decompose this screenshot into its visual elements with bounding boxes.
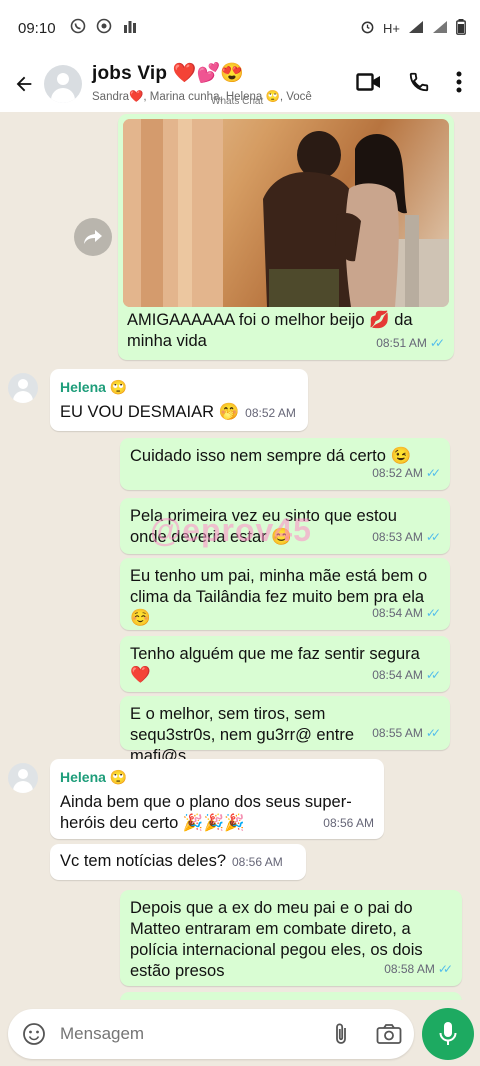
status-bar: 09:10 H+ <box>0 0 480 56</box>
message-meta: 08:53 AM ✓✓ <box>372 527 441 548</box>
couple-photo-image <box>123 119 449 307</box>
message-bubble-in[interactable]: Vc tem notícias deles? 08:56 AM <box>50 844 306 880</box>
message-input-pill <box>8 1009 414 1059</box>
read-ticks-icon: ✓✓ <box>425 466 441 480</box>
message-time: 08:51 AM <box>376 336 427 350</box>
shared-photo[interactable] <box>123 119 449 307</box>
message-meta: 08:54 AM ✓✓ <box>372 603 441 624</box>
message-time: 08:56 AM <box>232 855 283 869</box>
message-time: 08:54 AM <box>372 668 423 682</box>
network-type: H+ <box>383 20 400 36</box>
status-system-icons: H+ <box>360 18 466 38</box>
more-options-button[interactable] <box>456 71 462 98</box>
phone-icon <box>409 72 429 91</box>
message-time: 08:53 AM <box>372 530 423 544</box>
video-watermark: @eprov45 <box>150 512 312 548</box>
read-ticks-icon: ✓✓ <box>429 336 445 350</box>
message-time: 08:56 AM <box>323 816 374 830</box>
message-text: EU VOU DESMAIAR 🤭 <box>60 403 240 421</box>
video-camera-icon <box>356 72 380 91</box>
message-bubble-out[interactable]: Cuidado isso nem sempre dá certo 😉 08:52… <box>120 438 450 490</box>
stats-icon <box>122 18 138 38</box>
message-time: 08:54 AM <box>372 606 423 620</box>
forward-icon <box>84 230 102 244</box>
read-ticks-icon: ✓✓ <box>425 530 441 544</box>
paperclip-icon <box>336 1023 346 1044</box>
battery-icon <box>456 18 466 38</box>
message-meta: 08:56 AM <box>323 813 374 834</box>
camera-icon <box>376 1024 402 1044</box>
app-watermark: Whats Chat <box>211 96 264 107</box>
video-call-button[interactable] <box>356 72 382 97</box>
status-notification-icons <box>70 18 138 38</box>
read-ticks-icon: ✓✓ <box>425 606 441 620</box>
read-ticks-icon: ✓✓ <box>425 726 441 740</box>
message-bubble-out[interactable]: Tenho alguém que me faz sentir segura ❤️… <box>120 636 450 692</box>
whatsapp-icon <box>70 18 86 38</box>
chat-area[interactable]: AMIGAAAAAA foi o melhor beijo 💋 da minha… <box>0 112 480 1000</box>
message-text: Vc tem notícias deles? <box>60 852 226 870</box>
message-meta: 08:52 AM ✓✓ <box>372 463 441 484</box>
alarm-icon <box>360 19 375 37</box>
message-time: 08:55 AM <box>372 726 423 740</box>
message-bubble-out[interactable]: AMIGAAAAAA foi o melhor beijo 💋 da minha… <box>118 114 454 360</box>
voice-call-button[interactable] <box>408 71 430 98</box>
message-text: As duas máfias perdeu forças e se <box>120 992 462 1000</box>
compose-bar <box>0 1000 480 1066</box>
emoji-icon <box>23 1023 45 1045</box>
message-input[interactable] <box>58 1023 312 1045</box>
message-time: 08:52 AM <box>245 406 296 420</box>
message-bubble-in[interactable]: Helena 🙄 Ainda bem que o plano dos seus … <box>50 759 384 839</box>
message-time: 08:58 AM <box>384 962 435 976</box>
status-time: 09:10 <box>18 19 56 37</box>
message-text: Ainda bem que o plano dos seus super-her… <box>60 793 352 832</box>
emoji-button[interactable] <box>22 1022 46 1046</box>
message-meta: 08:54 AM ✓✓ <box>372 665 441 686</box>
sender-avatar[interactable] <box>8 763 38 793</box>
sender-name[interactable]: Helena 🙄 <box>60 377 298 398</box>
signal-icon <box>408 20 424 37</box>
group-avatar[interactable] <box>44 65 82 103</box>
attach-button[interactable] <box>330 1022 352 1046</box>
sender-name[interactable]: Helena 🙄 <box>60 767 360 788</box>
camera-button[interactable] <box>376 1023 402 1045</box>
message-meta: 08:55 AM ✓✓ <box>372 723 441 744</box>
message-time: 08:52 AM <box>372 466 423 480</box>
signal-icon-2 <box>432 20 448 37</box>
message-bubble-out[interactable]: As duas máfias perdeu forças e se <box>120 992 462 1000</box>
sender-avatar[interactable] <box>8 373 38 403</box>
message-bubble-out[interactable]: Depois que a ex do meu pai e o pai do Ma… <box>120 890 462 986</box>
message-bubble-in[interactable]: Helena 🙄 EU VOU DESMAIAR 🤭 08:52 AM <box>50 369 308 431</box>
arrow-left-icon <box>16 76 32 92</box>
message-bubble-out[interactable]: E o melhor, sem tiros, sem sequ3str0s, n… <box>120 696 450 765</box>
forward-button[interactable] <box>74 218 112 256</box>
microphone-icon <box>439 1022 457 1045</box>
message-meta: 08:51 AM ✓✓ <box>376 333 445 354</box>
message-meta: 08:58 AM ✓✓ <box>384 959 453 980</box>
read-ticks-icon: ✓✓ <box>437 962 453 976</box>
read-ticks-icon: ✓✓ <box>425 668 441 682</box>
back-button[interactable] <box>2 73 46 95</box>
record-icon <box>96 18 112 38</box>
voice-record-button[interactable] <box>422 1008 474 1060</box>
message-bubble-out[interactable]: Eu tenho um pai, minha mãe está bem o cl… <box>120 558 450 630</box>
header-actions <box>356 71 462 98</box>
chat-title: jobs Vip ❤️💕😍 <box>92 63 245 84</box>
more-vert-icon <box>456 71 462 92</box>
